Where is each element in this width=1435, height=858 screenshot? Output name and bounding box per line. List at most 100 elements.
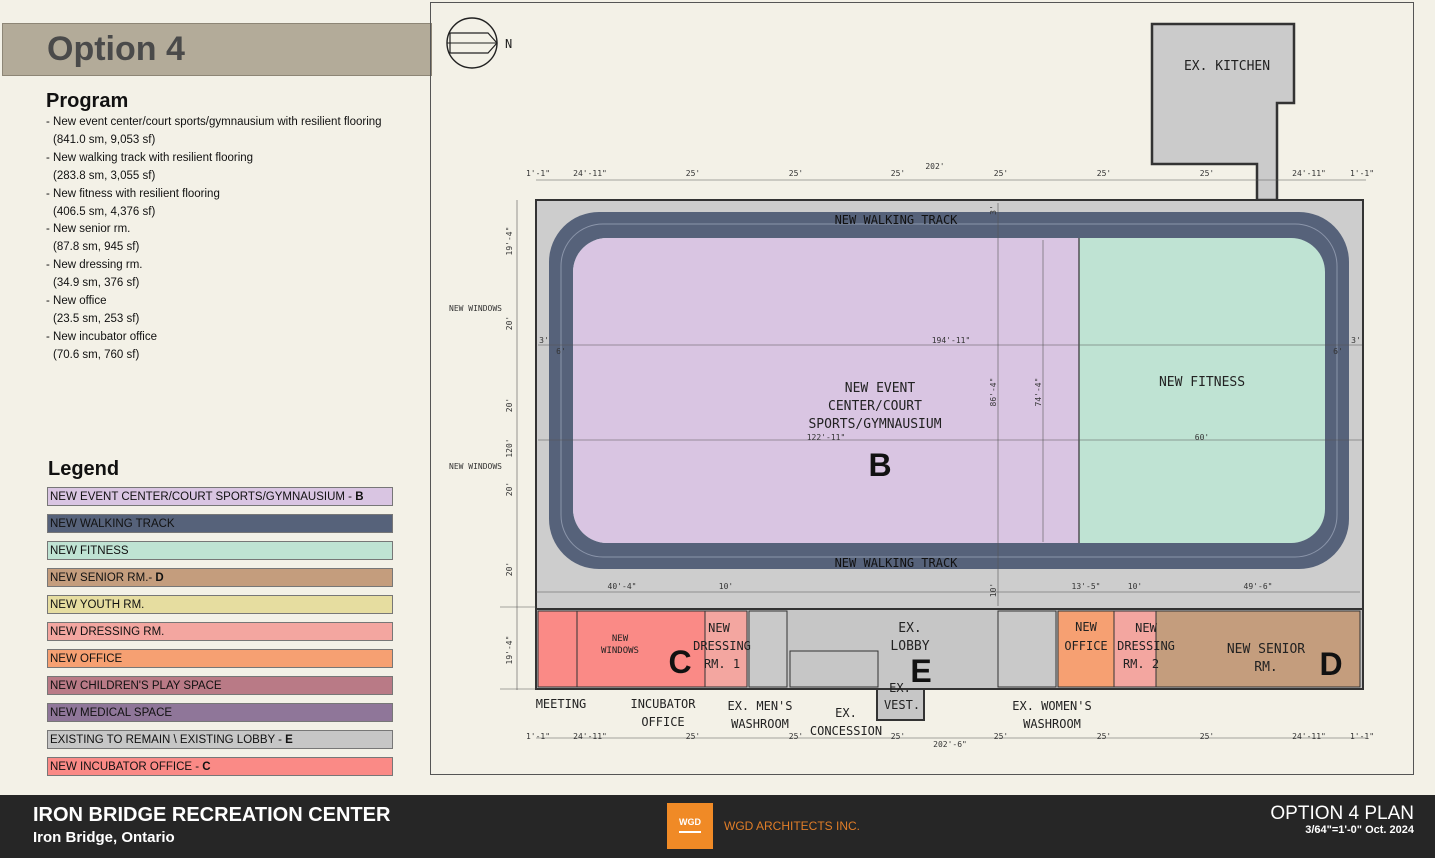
dimension-bottom: 25'	[686, 732, 700, 741]
dimension-bottom: 25'	[994, 732, 1008, 741]
dressing2-label-2: DRESSING	[1117, 639, 1175, 653]
dimension-bottom: 25'	[1200, 732, 1214, 741]
track-label-top: NEW WALKING TRACK	[835, 213, 959, 227]
womens-label-1: EX. WOMEN'S	[1012, 699, 1091, 713]
dimension-top: 25'	[1097, 169, 1111, 178]
logo-text: WGD	[679, 817, 701, 827]
concession-label-1: EX.	[835, 706, 857, 720]
dimension-bottom: 25'	[1097, 732, 1111, 741]
dimension-top: 24'-11"	[1292, 169, 1326, 178]
dressing1-label-3: RM. 1	[704, 657, 740, 671]
dimension-top: 25'	[789, 169, 803, 178]
dimension-bottom: 24'-11"	[573, 732, 607, 741]
track-label-bottom: NEW WALKING TRACK	[835, 556, 959, 570]
dimension-lower: 13'-5"	[1072, 582, 1101, 591]
project-location: Iron Bridge, Ontario	[33, 829, 175, 846]
senior-label-2: RM.	[1254, 660, 1277, 675]
event-center-area	[573, 238, 1079, 543]
windows-label-lower: NEW WINDOWS	[449, 462, 502, 471]
dressing2-label-1: NEW	[1135, 621, 1157, 635]
vestibule-label-2: VEST.	[884, 698, 920, 712]
dimension-lower: 40'-4"	[608, 582, 637, 591]
dimension-lower: 10'	[989, 583, 998, 597]
mens-label-1: EX. MEN'S	[727, 699, 792, 713]
dimension-inner: 3'	[539, 336, 549, 345]
dimension-inner: 74'-4"	[1034, 378, 1043, 407]
incubator-label-1: INCUBATOR	[630, 697, 696, 711]
dimension-lower: 49'-6"	[1244, 582, 1273, 591]
dimension-inner: 60'	[1195, 433, 1209, 442]
womens-washroom-room	[997, 610, 1057, 688]
kitchen-label: EX. KITCHEN	[1184, 59, 1270, 74]
dimension-top: 25'	[686, 169, 700, 178]
dimension-left: 120'	[505, 438, 514, 457]
event-center-label-2: CENTER/COURT	[828, 399, 922, 414]
vestibule-label-1: EX.	[889, 681, 911, 695]
north-label: N	[505, 37, 512, 51]
dressing2-label-3: RM. 2	[1123, 657, 1159, 671]
incubator-windows-2: WINDOWS	[601, 646, 639, 656]
dimension-left: 20'	[505, 562, 514, 576]
dressing1-label-1: NEW	[708, 621, 730, 635]
firm-name: WGD ARCHITECTS INC.	[724, 819, 861, 833]
floor-plan: N EX. KITCHEN NEW WALKING TRACK NEW WALK…	[446, 17, 1374, 749]
lobby-label-2: LOBBY	[890, 639, 929, 654]
dimension-lower: 10'	[1128, 582, 1142, 591]
dimension-left: 19'-4"	[505, 636, 514, 665]
dimension-inner: 3'	[1351, 336, 1361, 345]
dimension-top: 1'-1"	[526, 169, 550, 178]
womens-label-2: WASHROOM	[1023, 717, 1081, 731]
plan-sheet: Option 4 Program - New event center/cour…	[0, 0, 1435, 858]
north-arrow-icon	[446, 17, 498, 69]
dimension-lower: 10'	[719, 582, 733, 591]
area-letter-e: E	[910, 653, 931, 689]
dimension-top: 25'	[1200, 169, 1214, 178]
concession-label-2: CONCESSION	[810, 724, 882, 738]
event-center-label-1: NEW EVENT	[845, 381, 916, 396]
fitness-label: NEW FITNESS	[1159, 375, 1245, 390]
dimension-top: 202'	[925, 162, 944, 171]
mens-label-2: WASHROOM	[731, 717, 789, 731]
dressing1-label-2: DRESSING	[693, 639, 751, 653]
dimension-top: 24'-11"	[573, 169, 607, 178]
sheet-title: OPTION 4 PLAN	[1270, 803, 1414, 824]
dimension-inner: 194'-11"	[932, 336, 971, 345]
incubator-label-2: OFFICE	[641, 715, 684, 729]
office-label-1: NEW	[1075, 620, 1097, 634]
dimension-top: 1'-1"	[1350, 169, 1374, 178]
area-letter-b: B	[868, 447, 891, 483]
dimension-top: 25'	[891, 169, 905, 178]
dimension-left: 20'	[505, 398, 514, 412]
title-block: IRON BRIDGE RECREATION CENTER Iron Bridg…	[0, 795, 1435, 858]
office-label-2: OFFICE	[1064, 639, 1107, 653]
dimension-left: 20'	[505, 482, 514, 496]
dimension-inner: 86'-4"	[989, 378, 998, 407]
dimension-bottom: 1'-1"	[1350, 732, 1374, 741]
project-title: IRON BRIDGE RECREATION CENTER	[33, 804, 391, 826]
dimension-top: 25'	[994, 169, 1008, 178]
bottom-dimensions: 1'-1" 24'-11" 25' 25' 25' 202'-6" 25' 25' 25' 24'…	[526, 732, 1374, 749]
dimension-bottom: 24'-11"	[1292, 732, 1326, 741]
meeting-label: MEETING	[536, 697, 587, 711]
area-letter-c: C	[668, 644, 691, 680]
senior-label-1: NEW SENIOR	[1227, 642, 1305, 657]
dimension-inner: 122'-11"	[807, 433, 846, 442]
wgd-logo: WGD	[667, 803, 713, 849]
event-center-label-3: SPORTS/GYMNAUSIUM	[808, 417, 941, 432]
dimension-inner: 6'	[556, 347, 566, 356]
dimension-bottom: 202'-6"	[933, 740, 967, 749]
dimension-left: 20'	[505, 316, 514, 330]
windows-label-upper: NEW WINDOWS	[449, 304, 502, 313]
mens-washroom-room	[748, 610, 788, 688]
dimension-left: 19'-4"	[505, 227, 514, 256]
dimension-inner: 3'	[989, 205, 998, 215]
dimension-bottom: 25'	[789, 732, 803, 741]
left-dimensions: 19'-4" 20' 20' 120' 20' 20' 19'-4"	[505, 227, 514, 665]
dimension-bottom: 1'-1"	[526, 732, 550, 741]
dimension-inner: 6'	[1333, 347, 1343, 356]
dimension-bottom: 25'	[891, 732, 905, 741]
lobby-label-1: EX.	[898, 621, 921, 636]
area-letter-d: D	[1319, 646, 1342, 682]
scale-date: 3/64"=1'-0" Oct. 2024	[1305, 824, 1414, 836]
incubator-windows-1: NEW	[612, 634, 629, 644]
